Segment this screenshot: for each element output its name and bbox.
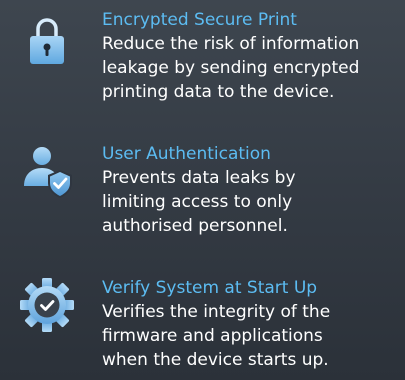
description-line: when the device starts up. — [102, 350, 329, 370]
description-line: leakage by sending encrypted — [102, 58, 360, 78]
description-line: limiting access to only — [102, 192, 293, 212]
description-line: Verifies the integrity of the — [102, 302, 331, 322]
feature-title: Verify System at Start Up — [102, 278, 318, 298]
feature-description: Reduce the risk of information leakage b… — [102, 32, 402, 104]
description-line: authorised personnel. — [102, 216, 288, 236]
user-shield-check-icon — [24, 147, 72, 198]
description-line: firmware and applications — [102, 326, 323, 346]
description-line: Prevents data leaks by — [102, 168, 296, 188]
padlock-icon — [30, 18, 64, 64]
feature-description: Prevents data leaks by limiting access t… — [102, 166, 402, 238]
feature-title: Encrypted Secure Print — [102, 10, 297, 30]
feature-title: User Authentication — [102, 144, 271, 164]
feature-description: Verifies the integrity of the firmware a… — [102, 300, 402, 372]
description-line: printing data to the device. — [102, 82, 335, 102]
gear-check-icon — [20, 278, 74, 332]
description-line: Reduce the risk of information — [102, 34, 360, 54]
